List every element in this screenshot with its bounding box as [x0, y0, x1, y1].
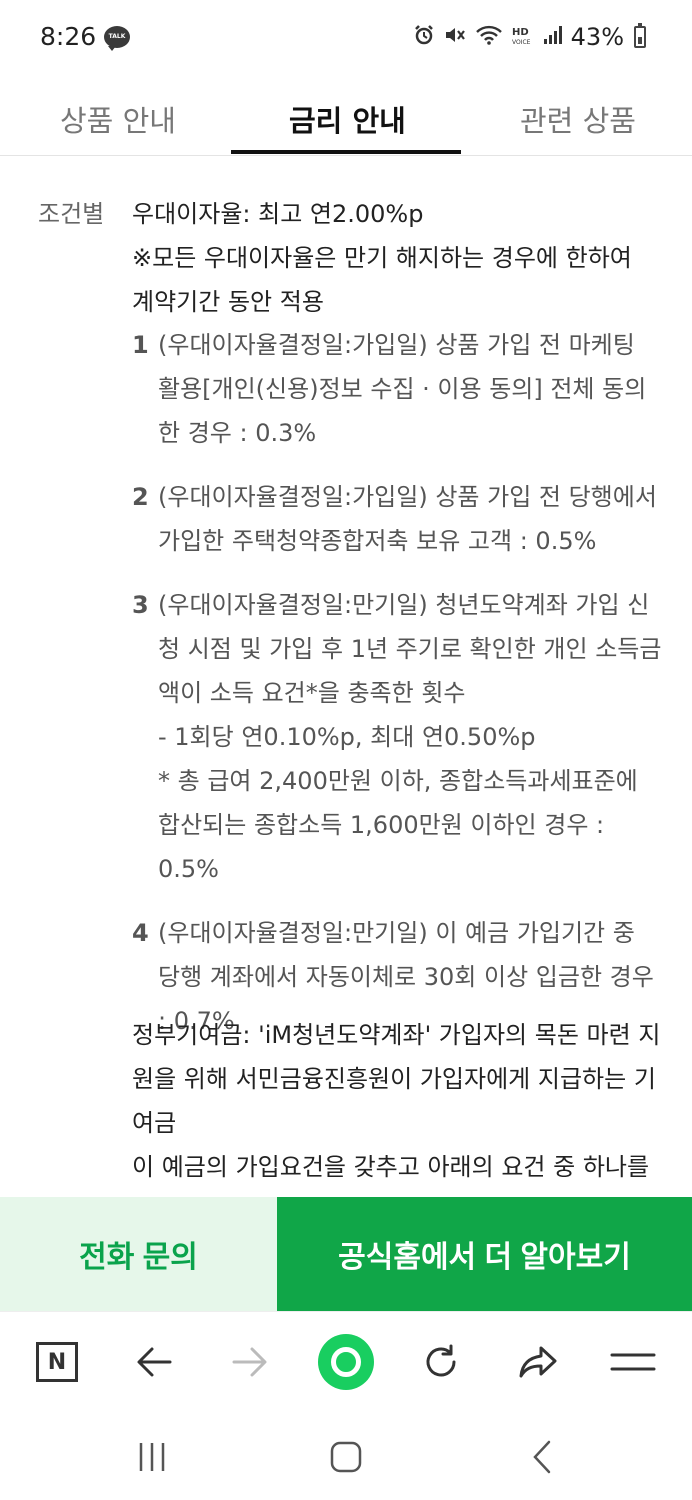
mute-icon	[443, 24, 467, 50]
home-button[interactable]	[318, 1334, 374, 1390]
action-bar: 전화 문의 공식홈에서 더 알아보기	[0, 1197, 692, 1311]
condition-title: 우대이자율: 최고 연2.00%p	[132, 200, 424, 228]
back-nav-button[interactable]	[522, 1439, 562, 1475]
official-home-button[interactable]: 공식홈에서 더 알아보기	[277, 1197, 692, 1311]
status-icons: HD VOICE 43%	[413, 22, 646, 52]
govt-title: 정부기여금: 'iM청년도약계좌' 가입자의 목돈 마련 지원을 위해 서민금융…	[132, 1021, 661, 1137]
system-nav-bar	[0, 1411, 692, 1500]
status-time: 8:26	[40, 22, 97, 51]
item-number: 2	[132, 483, 149, 511]
status-bar: 8:26 TALK HD VOICE 43%	[0, 0, 692, 76]
item-number: 1	[132, 331, 149, 359]
tab-interest-info[interactable]: 금리 안내	[289, 98, 406, 140]
battery-icon	[634, 23, 646, 48]
menu-button[interactable]	[608, 1334, 658, 1390]
condition-label: 조건별	[38, 200, 105, 228]
tab-bar: 상품 안내 금리 안내 관련 상품	[0, 76, 692, 156]
item-text: (우대이자율결정일:가입일) 상품 가입 전 당행에서 가입한 주택청약종합저축…	[158, 483, 657, 555]
share-button[interactable]	[513, 1334, 563, 1390]
kakaotalk-notification-icon: TALK	[104, 26, 130, 51]
back-button[interactable]	[129, 1334, 179, 1390]
list-item: 1 (우대이자율결정일:가입일) 상품 가입 전 마케팅 활용[개인(신용)정보…	[132, 323, 662, 455]
active-tab-indicator	[231, 150, 461, 154]
interest-content: 조건별 우대이자율: 최고 연2.00%p ※모든 우대이자율은 만기 해지하는…	[0, 157, 692, 1197]
condition-summary: 우대이자율: 최고 연2.00%p ※모든 우대이자율은 만기 해지하는 경우에…	[132, 192, 652, 324]
hd-voice-icon: HD VOICE	[511, 24, 535, 50]
hamburger-menu-icon	[610, 1353, 656, 1371]
alarm-icon	[413, 24, 435, 50]
condition-note: ※모든 우대이자율은 만기 해지하는 경우에 한하여 계약기간 동안 적용	[132, 244, 632, 316]
naver-n-button[interactable]: N	[32, 1334, 82, 1390]
home-nav-button[interactable]	[326, 1439, 366, 1475]
phone-inquiry-button[interactable]: 전화 문의	[0, 1197, 277, 1311]
refresh-icon	[426, 1344, 456, 1377]
wifi-icon	[475, 24, 503, 50]
tab-related-products[interactable]: 관련 상품	[520, 98, 636, 140]
forward-button[interactable]	[225, 1334, 275, 1390]
home-square-icon	[330, 1441, 362, 1473]
battery-percent: 43%	[570, 23, 624, 51]
government-contribution: 정부기여금: 'iM청년도약계좌' 가입자의 목돈 마련 지원을 위해 서민금융…	[132, 1013, 662, 1197]
browser-toolbar: N	[0, 1311, 692, 1411]
svg-text:VOICE: VOICE	[512, 39, 531, 46]
item-text: (우대이자율결정일:가입일) 상품 가입 전 마케팅 활용[개인(신용)정보 수…	[158, 331, 647, 447]
tab-product-info[interactable]: 상품 안내	[60, 98, 176, 140]
recent-apps-button[interactable]	[132, 1439, 172, 1475]
svg-text:HD: HD	[512, 27, 529, 38]
item-number: 4	[132, 919, 149, 947]
forward-arrow-icon	[232, 1347, 267, 1377]
naver-n-icon: N	[36, 1342, 78, 1382]
share-icon	[519, 1346, 557, 1378]
naver-home-icon	[318, 1334, 374, 1390]
back-arrow-icon	[137, 1347, 172, 1377]
govt-body: 이 예금의 가입요건을 갖추고 아래의 요건 중 하나를 충족하는 경우 해당되…	[132, 1153, 650, 1181]
recent-apps-icon	[139, 1443, 165, 1471]
item-number: 3	[132, 591, 149, 619]
list-item: 2 (우대이자율결정일:가입일) 상품 가입 전 당행에서 가입한 주택청약종합…	[132, 475, 662, 563]
preferential-rate-list: 1 (우대이자율결정일:가입일) 상품 가입 전 마케팅 활용[개인(신용)정보…	[132, 323, 662, 1063]
item-text: (우대이자율결정일:만기일) 청년도약계좌 가입 신청 시점 및 가입 후 1년…	[158, 591, 662, 883]
chevron-left-icon	[533, 1440, 551, 1474]
refresh-button[interactable]	[416, 1334, 466, 1390]
list-item: 3 (우대이자율결정일:만기일) 청년도약계좌 가입 신청 시점 및 가입 후 …	[132, 583, 662, 891]
signal-icon	[543, 24, 563, 50]
